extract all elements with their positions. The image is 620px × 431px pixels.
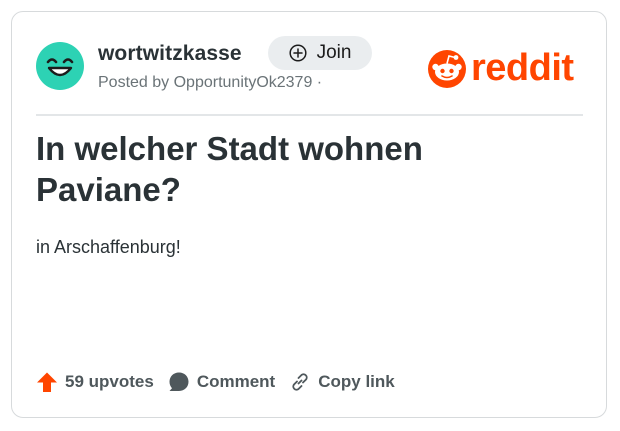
post-actions: 59 upvotes Comment Copy link — [36, 371, 409, 393]
copy-link-button[interactable]: Copy link — [289, 371, 395, 393]
post-card: wortwitzkasse Join Posted by Opportunity… — [11, 11, 607, 418]
reddit-wordmark: reddit — [471, 47, 574, 89]
upvote-arrow-icon — [37, 372, 57, 392]
header-divider — [36, 114, 583, 116]
link-icon — [292, 373, 308, 391]
comment-button[interactable]: Comment — [168, 371, 275, 393]
reddit-snoo-icon — [428, 50, 466, 88]
comment-bubble-icon — [169, 372, 189, 391]
upvote-count: 59 upvotes — [65, 372, 154, 391]
post-body: in Arschaffenburg! — [36, 237, 181, 257]
posted-by: Posted by OpportunityOk2379 · — [98, 74, 323, 91]
subreddit-avatar-icon[interactable] — [36, 42, 84, 90]
post-title[interactable]: In welcher Stadt wohnen Paviane? — [36, 128, 536, 210]
join-button-label: Join — [316, 42, 352, 63]
subreddit-name[interactable]: wortwitzkasse — [98, 42, 242, 66]
comment-label: Comment — [196, 372, 276, 391]
reddit-logo: reddit — [427, 48, 574, 88]
plus-circle-icon — [289, 44, 307, 62]
upvote-button[interactable]: 59 upvotes — [36, 371, 154, 393]
copy-link-label: Copy link — [318, 372, 395, 391]
join-button[interactable]: Join — [268, 36, 372, 70]
